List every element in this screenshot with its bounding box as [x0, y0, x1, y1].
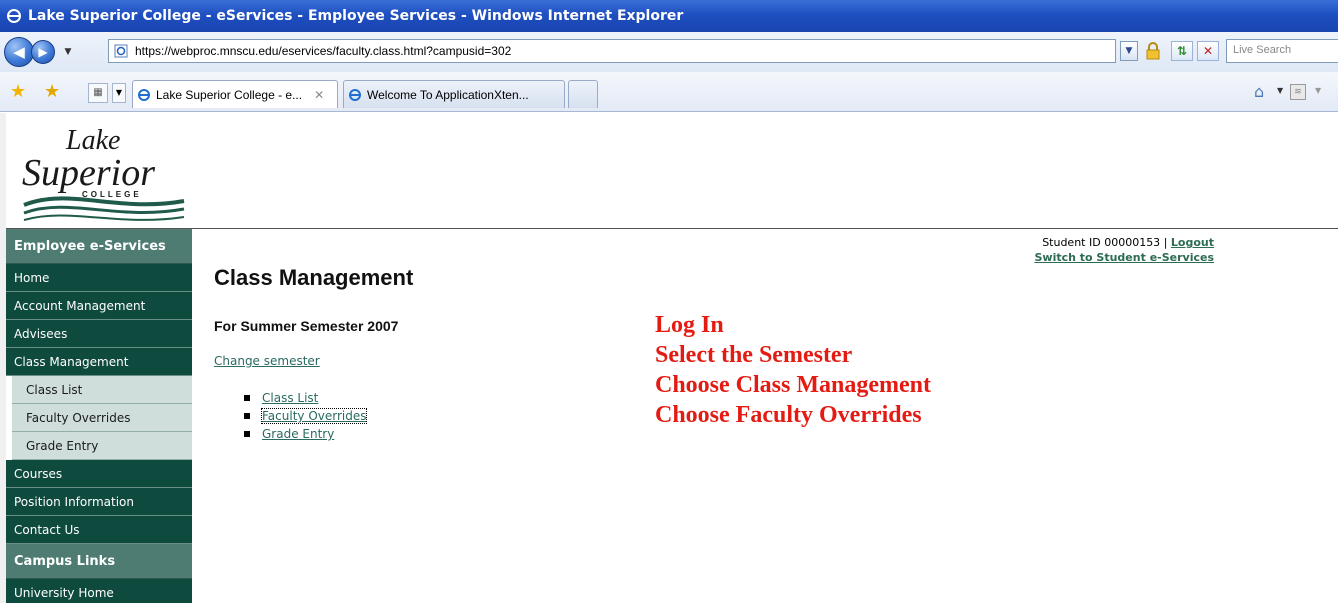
new-tab-button[interactable] [568, 80, 598, 108]
feeds-dropdown-icon[interactable]: ▼ [1315, 86, 1321, 95]
bullet-icon [244, 395, 250, 401]
quick-tabs-icon[interactable]: ▦ [88, 83, 108, 103]
student-id: Student ID 00000153 [1042, 236, 1161, 249]
sidebar-subitem-faculty-overrides[interactable]: Faculty Overrides [12, 404, 192, 432]
college-logo[interactable]: Lake Superior COLLEGE [18, 117, 188, 227]
url-dropdown-icon[interactable]: ▼ [1120, 41, 1138, 61]
list-item: Class List [244, 389, 366, 407]
instruction-step: Select the Semester [655, 342, 853, 368]
switch-to-student-link[interactable]: Switch to Student e-Services [1034, 251, 1214, 264]
faculty-overrides-link[interactable]: Faculty Overrides [260, 408, 368, 424]
logo-text-superior: Superior [22, 152, 155, 194]
sidebar-item-position-information[interactable]: Position Information [6, 488, 192, 516]
class-management-links: Class List Faculty Overrides Grade Entry [244, 389, 368, 443]
lock-icon[interactable] [1142, 41, 1164, 61]
close-tab-icon[interactable]: ✕ [314, 88, 324, 102]
list-item: Faculty Overrides [244, 407, 368, 425]
logo-text-college: COLLEGE [82, 190, 142, 199]
user-info: Student ID 00000153 | Logout Switch to S… [930, 235, 1214, 265]
favorites-star-icon[interactable]: ★ [10, 81, 26, 102]
logout-link[interactable]: Logout [1171, 236, 1214, 249]
sidebar-header-employee-eservices: Employee e-Services [6, 229, 192, 264]
sidebar-item-courses[interactable]: Courses [6, 460, 192, 488]
change-semester-link[interactable]: Change semester [214, 354, 320, 368]
tab-label: Lake Superior College - e... [156, 87, 303, 102]
stop-icon[interactable]: ✕ [1197, 41, 1219, 61]
class-list-link[interactable]: Class List [262, 391, 318, 405]
url-text: https://webproc.mnscu.edu/eservices/facu… [135, 44, 512, 58]
sidebar-item-advisees[interactable]: Advisees [6, 320, 192, 348]
sidebar-item-class-management[interactable]: Class Management [6, 348, 192, 376]
bullet-icon [244, 413, 250, 419]
add-favorites-icon[interactable]: ★ [44, 81, 60, 102]
url-field[interactable]: https://webproc.mnscu.edu/eservices/facu… [108, 39, 1116, 63]
sidebar-header-campus-links: Campus Links [6, 544, 192, 579]
tab-label: Welcome To ApplicationXten... [367, 87, 529, 102]
ie-tab-icon [348, 87, 364, 103]
feeds-icon[interactable]: ≋ [1290, 84, 1306, 100]
sidebar-subitem-grade-entry[interactable]: Grade Entry [12, 432, 192, 460]
window-titlebar: Lake Superior College - eServices - Empl… [0, 0, 1338, 32]
history-dropdown-icon[interactable]: ▼ [61, 47, 75, 57]
tab-list-dropdown-icon[interactable]: ▼ [112, 83, 126, 103]
search-input[interactable]: Live Search [1226, 39, 1338, 63]
ie-logo-icon [6, 7, 24, 25]
sidebar-item-contact-us[interactable]: Contact Us [6, 516, 192, 544]
grade-entry-link[interactable]: Grade Entry [262, 427, 334, 441]
sidebar-nav: Employee e-Services Home Account Managem… [6, 229, 192, 603]
list-item: Grade Entry [244, 425, 366, 443]
home-dropdown-icon[interactable]: ▼ [1277, 86, 1283, 95]
sidebar-subitem-class-list[interactable]: Class List [12, 376, 192, 404]
sidebar-item-home[interactable]: Home [6, 264, 192, 292]
tab-applicationxtender[interactable]: Welcome To ApplicationXten... [343, 80, 565, 108]
back-button[interactable]: ◀ [4, 37, 34, 67]
site-header: Lake Superior COLLEGE [6, 113, 1338, 229]
tab-lake-superior[interactable]: Lake Superior College - e... ✕ [132, 80, 338, 108]
separator: | [1163, 236, 1168, 249]
tab-bar: ★ ★ ▦ ▼ Lake Superior College - e... ✕ W… [0, 72, 1338, 112]
refresh-icon[interactable]: ⇅ [1171, 41, 1193, 61]
sidebar-item-university-home[interactable]: University Home [6, 579, 192, 603]
semester-label: For Summer Semester 2007 [214, 318, 399, 334]
address-toolbar: ◀ ▶ ▼ https://webproc.mnscu.edu/eservice… [0, 32, 1338, 72]
home-icon[interactable]: ⌂ [1254, 82, 1264, 101]
instruction-step: Choose Faculty Overrides [655, 402, 922, 428]
page-icon [113, 43, 129, 59]
instruction-steps: Log In Select the Semester Choose Class … [655, 310, 931, 430]
window-title: Lake Superior College - eServices - Empl… [28, 8, 684, 24]
instruction-step: Choose Class Management [655, 372, 931, 398]
ie-tab-icon [137, 87, 153, 103]
page-title: Class Management [214, 265, 414, 290]
forward-button[interactable]: ▶ [31, 40, 55, 64]
sidebar-item-account-management[interactable]: Account Management [6, 292, 192, 320]
bullet-icon [244, 431, 250, 437]
instruction-step: Log In [655, 312, 724, 338]
